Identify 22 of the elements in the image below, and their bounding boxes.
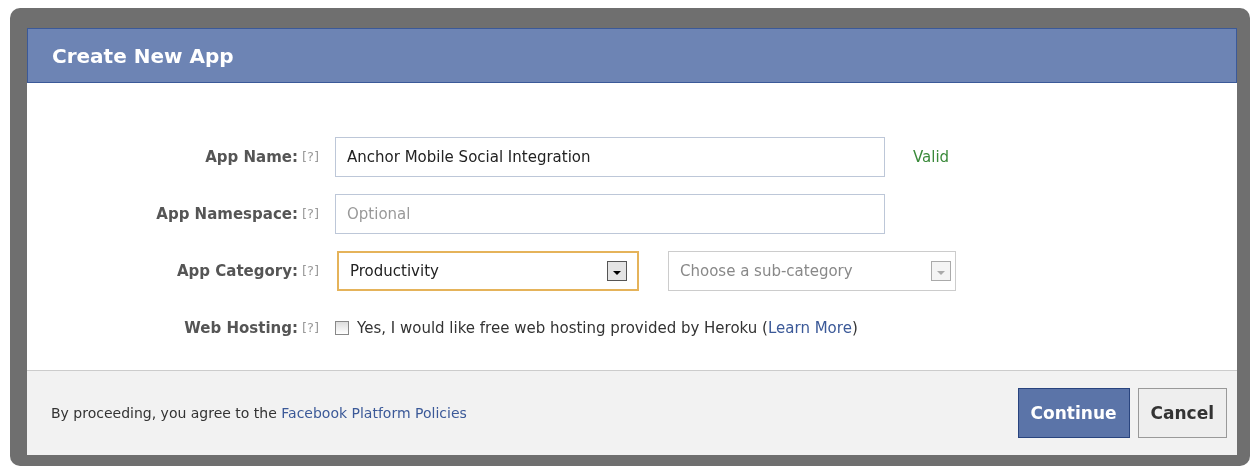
valid-status: Valid bbox=[913, 147, 950, 166]
field-label: Web Hosting: bbox=[184, 318, 298, 337]
learn-more-link[interactable]: Learn More bbox=[768, 318, 852, 337]
agreement-text: By proceeding, you agree to the Facebook Platform Policies bbox=[51, 405, 467, 421]
help-link[interactable]: [?] bbox=[301, 263, 319, 278]
text-field[interactable]: Anchor Mobile Social Integration bbox=[335, 136, 885, 177]
dialog-title: Create New App bbox=[52, 43, 234, 68]
field-label: App Namespace: bbox=[156, 204, 298, 223]
category-dropdown[interactable]: Productivity bbox=[337, 250, 639, 291]
cancel-button[interactable]: Cancel bbox=[1137, 388, 1227, 438]
policies-link[interactable]: Facebook Platform Policies bbox=[281, 405, 467, 421]
hosting-checkbox[interactable] bbox=[335, 320, 349, 335]
field-label: App Name: bbox=[205, 147, 298, 166]
caret-icon bbox=[931, 260, 951, 281]
text-field[interactable]: Optional bbox=[335, 193, 885, 234]
field-label: App Category: bbox=[176, 261, 298, 280]
hosting-text: Yes, I would like free web hosting provided by Heroku (Learn More) bbox=[357, 318, 858, 337]
caret-icon bbox=[607, 260, 627, 281]
continue-button[interactable]: Continue bbox=[1017, 388, 1130, 438]
help-link[interactable]: [?] bbox=[301, 149, 319, 164]
help-link[interactable]: [?] bbox=[301, 320, 319, 335]
help-link[interactable]: [?] bbox=[301, 206, 319, 221]
